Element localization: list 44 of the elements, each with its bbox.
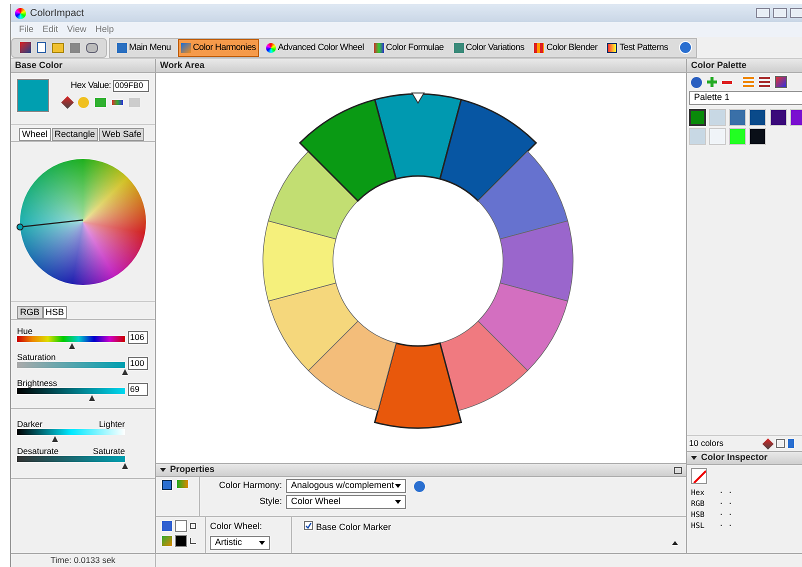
panel-title: Color Palette <box>691 58 747 72</box>
panel-title: Properties <box>170 463 215 476</box>
toolbar-button[interactable]: Color Formulae <box>370 38 447 56</box>
slider-label: Desaturate <box>17 446 59 456</box>
slider-label: Lighter <box>99 419 125 429</box>
value-input[interactable]: 69 <box>128 383 148 396</box>
slider-label: Darker <box>17 419 43 429</box>
menu-item[interactable]: Help <box>95 22 114 36</box>
palette-dropdown[interactable]: Palette 1 <box>689 91 802 105</box>
checkbox-label: Base Color Marker <box>316 521 392 534</box>
color-count: 10 colors <box>689 437 724 450</box>
tab[interactable]: HSB <box>42 306 68 319</box>
dropdown[interactable]: Analogous w/complement <box>286 479 406 493</box>
value-input[interactable]: 106 <box>128 331 148 344</box>
field-label: Color Wheel: <box>210 520 264 533</box>
slider-label: Saturate <box>92 446 125 456</box>
menu-item[interactable]: File <box>19 22 34 36</box>
dropdown[interactable]: Color Wheel <box>286 495 406 509</box>
window-title: ColorImpact <box>30 6 84 20</box>
panel-title: Work Area <box>160 58 205 72</box>
hex-label: Hex Value: <box>70 79 111 92</box>
panel-title: Color Inspector <box>701 451 768 464</box>
menu-item[interactable]: Edit <box>42 22 58 36</box>
tab[interactable]: Web Safe <box>99 128 144 141</box>
tab[interactable]: RGB <box>17 306 43 319</box>
toolbar-button[interactable]: Color Blender <box>531 38 600 56</box>
status-text: Time: 0.0133 sek <box>50 554 116 567</box>
hex-input[interactable]: 009FB0 <box>113 80 149 92</box>
tab[interactable]: Wheel <box>19 128 51 141</box>
slider-label: Brightness <box>17 378 58 388</box>
toolbar-button[interactable]: Color Variations <box>450 38 528 56</box>
dropdown[interactable]: Artistic <box>210 536 270 550</box>
field-label: Color Harmony: <box>218 479 282 492</box>
menu-item[interactable]: View <box>67 22 86 36</box>
toolbar-button[interactable]: Advanced Color Wheel <box>262 38 367 56</box>
slider-label: Saturation <box>17 352 57 362</box>
field-label: Style: <box>258 495 282 508</box>
toolbar-button[interactable]: Main Menu <box>114 38 174 56</box>
toolbar-button[interactable]: Test Patterns <box>604 38 672 56</box>
toolbar-button[interactable]: Color Harmonies <box>178 38 259 56</box>
tab[interactable]: Rectangle <box>52 128 98 141</box>
panel-title: Base Color <box>15 58 63 72</box>
value-input[interactable]: 100 <box>128 357 148 370</box>
slider-label: Hue <box>17 326 34 336</box>
